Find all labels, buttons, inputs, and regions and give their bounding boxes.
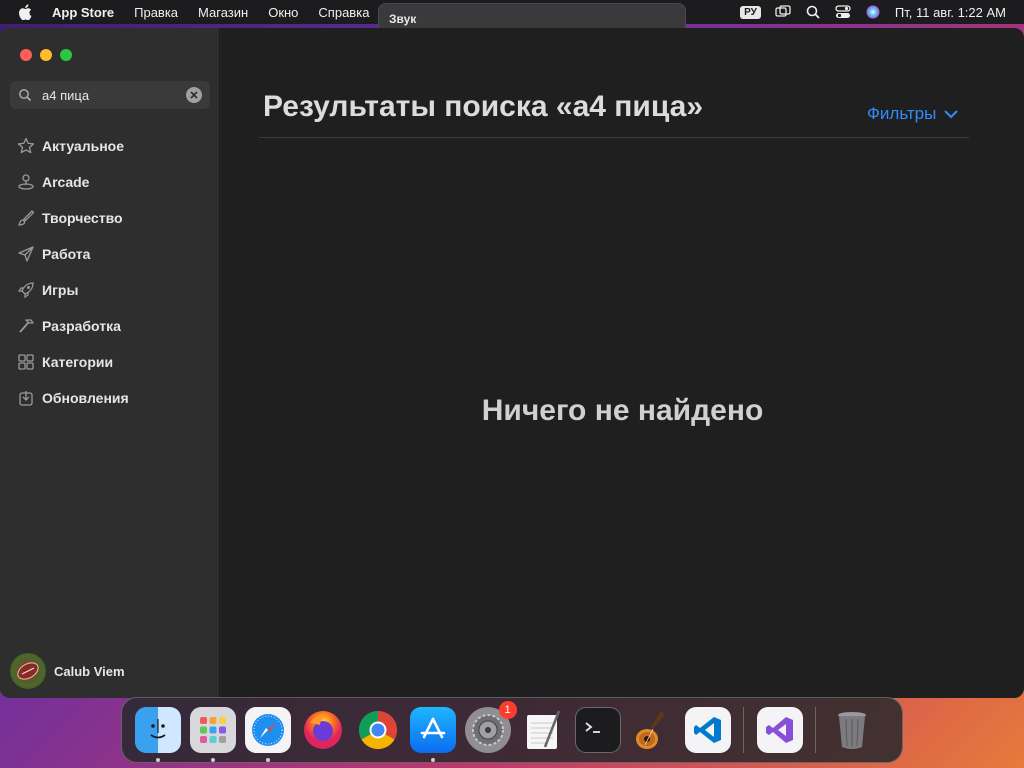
sidebar-item-label: Категории — [42, 354, 114, 370]
hammer-icon — [16, 316, 36, 336]
menu-window[interactable]: Окно — [268, 5, 298, 20]
running-indicator — [155, 758, 160, 762]
sidebar-item-develop[interactable]: Разработка — [0, 308, 220, 344]
star-icon — [16, 136, 36, 156]
chrome-icon[interactable] — [355, 707, 401, 753]
sidebar-item-label: Разработка — [42, 318, 121, 334]
launchpad-icon[interactable] — [189, 707, 236, 762]
safari-icon[interactable] — [244, 707, 291, 762]
input-language-badge[interactable]: РУ — [740, 5, 761, 19]
sidebar-item-label: Работа — [42, 246, 91, 262]
sidebar-item-create[interactable]: Творчество — [0, 200, 220, 236]
search-field[interactable]: а4 пица — [10, 81, 210, 109]
close-window-button[interactable] — [20, 49, 32, 61]
main-content: Результаты поиска «а4 пица» Фильтры Ниче… — [221, 28, 1024, 698]
sidebar-item-label: Arcade — [42, 174, 90, 190]
filters-button[interactable]: Фильтры — [867, 104, 959, 124]
search-input[interactable]: а4 пица — [42, 88, 186, 103]
dock: 1 — [121, 697, 903, 763]
grid-icon — [16, 352, 36, 372]
spotlight-search-icon[interactable] — [805, 5, 821, 19]
menu-edit[interactable]: Правка — [134, 5, 178, 20]
joystick-icon — [16, 172, 36, 192]
sidebar-item-updates[interactable]: Обновления — [0, 380, 220, 416]
trash-icon[interactable] — [829, 707, 875, 753]
sidebar-item-categories[interactable]: Категории — [0, 344, 220, 380]
avatar — [10, 653, 46, 689]
sidebar-item-label: Игры — [42, 282, 79, 298]
sidebar-item-arcade[interactable]: Arcade — [0, 164, 220, 200]
dock-separator — [815, 707, 816, 753]
page-title: Результаты поиска «а4 пица» — [263, 90, 704, 123]
menu-store[interactable]: Магазин — [198, 5, 248, 20]
sidebar-item-label: Актуальное — [42, 138, 125, 154]
running-indicator — [430, 758, 435, 762]
account-button[interactable]: Calub Viem — [10, 653, 125, 689]
apple-menu-icon[interactable] — [18, 4, 36, 20]
menu-help[interactable]: Справка — [318, 5, 369, 20]
running-indicator — [210, 758, 215, 762]
screen-mirroring-icon[interactable] — [775, 5, 791, 19]
app-store-window: а4 пица Актуальное Arcade Творчество Раб… — [0, 28, 1024, 698]
siri-icon[interactable] — [865, 5, 881, 19]
textedit-icon[interactable] — [520, 707, 566, 753]
rocket-icon — [16, 280, 36, 300]
paperplane-icon — [16, 244, 36, 264]
window-controls — [20, 49, 72, 61]
visual-studio-icon[interactable] — [756, 707, 803, 753]
sidebar-item-discover[interactable]: Актуальное — [0, 128, 220, 164]
divider — [259, 137, 969, 138]
control-center-icon[interactable] — [835, 5, 851, 19]
vscode-icon[interactable] — [684, 707, 731, 753]
finder-icon[interactable] — [134, 707, 181, 762]
account-name: Calub Viem — [54, 663, 125, 679]
zoom-window-button[interactable] — [60, 49, 72, 61]
sidebar-item-label: Творчество — [42, 210, 123, 226]
sidebar-item-work[interactable]: Работа — [0, 236, 220, 272]
app-store-icon[interactable] — [409, 707, 456, 762]
sound-popover-title: Звук — [389, 12, 417, 26]
menu-clock[interactable]: Пт, 11 авг. 1:22 AM — [895, 5, 1006, 20]
dock-separator — [743, 707, 744, 753]
garageband-icon[interactable] — [630, 707, 676, 753]
minimize-window-button[interactable] — [40, 49, 52, 61]
filters-label: Фильтры — [867, 104, 937, 123]
terminal-icon[interactable] — [574, 707, 621, 753]
clear-search-icon[interactable] — [186, 87, 202, 103]
running-indicator — [265, 758, 270, 762]
sidebar-item-label: Обновления — [42, 390, 129, 406]
download-icon — [16, 388, 36, 408]
sidebar-item-games[interactable]: Игры — [0, 272, 220, 308]
sidebar: а4 пица Актуальное Arcade Творчество Раб… — [0, 28, 220, 698]
search-icon — [18, 88, 34, 102]
system-settings-icon[interactable]: 1 — [464, 701, 517, 753]
chevron-down-icon — [944, 104, 959, 124]
menu-app-name[interactable]: App Store — [52, 5, 114, 20]
brush-icon — [16, 208, 36, 228]
sidebar-nav: Актуальное Arcade Творчество Работа Игры… — [0, 128, 220, 416]
firefox-icon[interactable] — [300, 707, 346, 753]
notification-badge: 1 — [498, 701, 517, 719]
empty-state-message: Ничего не найдено — [481, 394, 764, 427]
